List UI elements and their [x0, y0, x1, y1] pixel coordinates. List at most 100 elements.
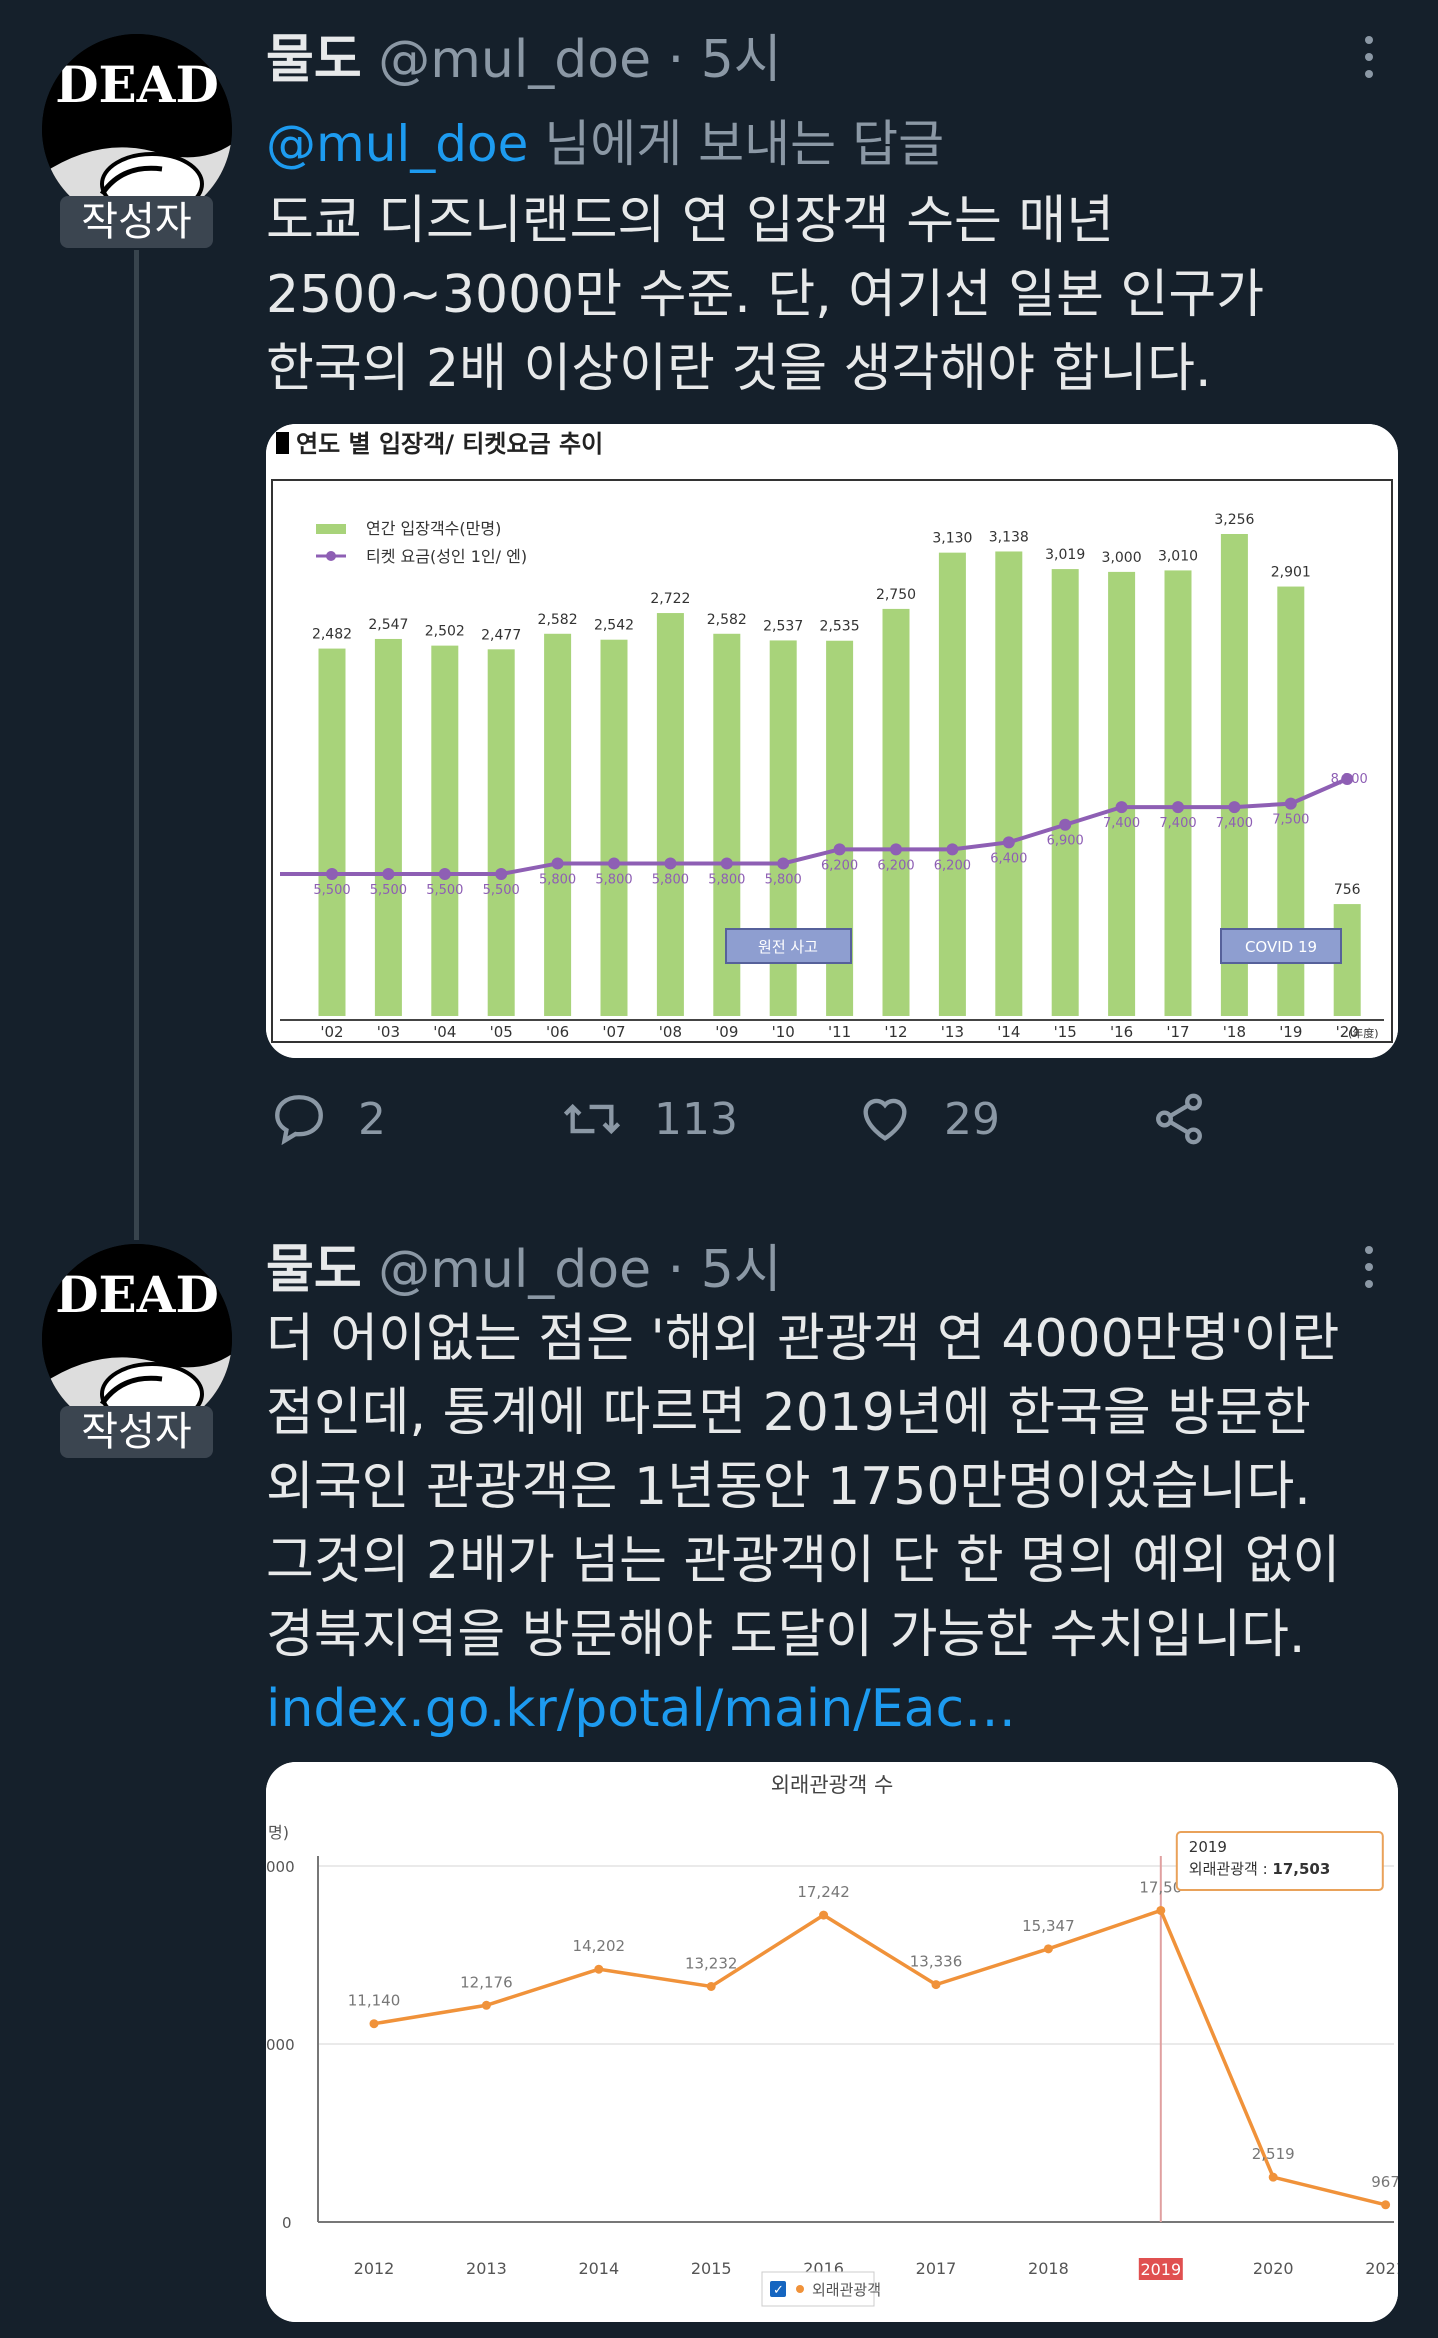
ticket-price-label: 5,500 — [483, 883, 520, 898]
tweet-text-line: 경북지역을 방문해야 도달이 가능한 수치입니다. — [266, 1605, 1306, 1665]
bar-value-label: 3,256 — [1214, 512, 1254, 528]
bar-value-label: 3,130 — [932, 531, 972, 547]
user-handle[interactable]: @mul_doe — [378, 30, 651, 90]
x-tick-label: '03 — [377, 1023, 400, 1041]
y-axis-label: 명) — [268, 1823, 289, 1842]
chart-title: 외래관광객 수 — [771, 1773, 894, 1797]
like-button[interactable]: 29 — [856, 1090, 1000, 1148]
share-button[interactable] — [1150, 1090, 1238, 1148]
ticket-price-label: 7,400 — [1159, 816, 1196, 831]
tweet-image-chart[interactable]: 외래관광객 수 명) 000 000 0 2012 2013 2014 2015 2016 20… — [266, 1762, 1398, 2322]
x-tick-label: 2013 — [466, 2259, 507, 2278]
thread-line — [134, 250, 139, 1240]
y-tick-label: 000 — [266, 1858, 295, 1876]
tweet-1[interactable]: DEAD 작성자 물도 @mul_doe · 5시 @mul_doe 님에게 보… — [0, 0, 1438, 1240]
x-tick-label: '15 — [1054, 1023, 1077, 1041]
data-point — [594, 1964, 604, 1974]
reply-icon — [275, 1095, 323, 1146]
tweet-header: 물도 @mul_doe · 5시 — [266, 1238, 782, 1302]
ticket-price-label: 5,500 — [370, 883, 407, 898]
x-tick-label: 2015 — [691, 2259, 732, 2278]
chart-bar — [600, 639, 628, 1016]
reply-mention-link[interactable]: @mul_doe — [266, 115, 528, 173]
bar-value-label: 2,535 — [820, 619, 860, 635]
ticket-price-point — [382, 868, 395, 880]
timestamp[interactable]: 5시 — [701, 30, 782, 90]
bar-value-label: 756 — [1334, 882, 1361, 898]
data-label: 14,202 — [573, 1937, 626, 1955]
bar-value-label: 2,901 — [1271, 565, 1311, 581]
reply-button[interactable]: 2 — [270, 1090, 386, 1148]
data-label: 15,347 — [1022, 1917, 1075, 1935]
tweet-text: 더 어이없는 점은 '해외 관광객 연 4000만명'이란 점인데, 통계에 따… — [266, 1302, 1386, 1746]
bar-value-label: 2,502 — [425, 624, 465, 640]
bar-value-label: 2,582 — [538, 612, 578, 628]
ticket-price-label: 7,400 — [1216, 816, 1253, 831]
bar-value-label: 2,722 — [650, 591, 690, 607]
ticket-price-point — [720, 857, 733, 870]
x-tick-label: '14 — [997, 1023, 1020, 1041]
ticket-price-point — [1228, 801, 1241, 814]
x-tick-label: '02 — [320, 1023, 343, 1041]
data-point — [1381, 2200, 1391, 2210]
ticket-price-label: 5,800 — [595, 872, 632, 887]
separator-dot: · — [667, 30, 685, 90]
ticket-price-label: 6,200 — [877, 858, 914, 873]
external-link[interactable]: index.go.kr/potal/main/Eac… — [266, 1672, 1386, 1746]
data-label: 2,519 — [1252, 2145, 1295, 2163]
ticket-price-point — [1115, 801, 1128, 814]
chart-bar — [318, 648, 346, 1016]
x-tick-label: '09 — [715, 1023, 738, 1041]
x-tick-label: 2012 — [354, 2259, 395, 2278]
ticket-price-point — [833, 843, 846, 856]
chart-title: 연도 별 입장객/ 티켓요금 추이 — [296, 430, 603, 458]
more-options-icon[interactable] — [1362, 1246, 1376, 1296]
ticket-price-label: 8,200 — [1331, 772, 1368, 787]
display-name[interactable]: 물도 — [266, 1240, 362, 1300]
data-label: 12,176 — [460, 1973, 513, 1991]
ticket-price-point — [551, 857, 564, 870]
bar-value-label: 3,000 — [1102, 550, 1142, 566]
x-tick-label: '08 — [659, 1023, 682, 1041]
ticket-price-label: 7,500 — [1272, 813, 1309, 828]
display-name[interactable]: 물도 — [266, 30, 362, 90]
like-count: 29 — [944, 1093, 1000, 1145]
ticket-price-label: 6,400 — [990, 851, 1027, 866]
reply-to: @mul_doe 님에게 보내는 답글 — [266, 104, 944, 176]
legend-marker-line — [326, 551, 336, 561]
x-tick-label: 2014 — [578, 2259, 619, 2278]
x-tick-label: 2021 — [1365, 2259, 1398, 2278]
ticket-price-label: 5,800 — [708, 872, 745, 887]
data-label: 17,242 — [797, 1883, 850, 1901]
tweet-image-chart[interactable]: 연도 별 입장객/ 티켓요금 추이 연간 입장객수(만명) 티켓 요금(성인 1인… — [266, 424, 1398, 1058]
bar-value-label: 2,537 — [763, 618, 803, 634]
data-point — [931, 1980, 941, 1990]
data-label: 13,336 — [910, 1953, 963, 1971]
x-tick-label: '11 — [828, 1023, 851, 1041]
tooltip-text: 외래관광객 : 17,503 — [1189, 1860, 1330, 1878]
ticket-price-label: 6,900 — [1047, 834, 1084, 849]
more-options-icon[interactable] — [1362, 36, 1376, 86]
x-tick-label: '19 — [1279, 1023, 1302, 1041]
timestamp[interactable]: 5시 — [701, 1240, 782, 1300]
ticket-price-label: 5,800 — [765, 872, 802, 887]
ticket-price-point — [1284, 797, 1297, 810]
ticket-price-label: 6,200 — [821, 858, 858, 873]
legend-label-line: 티켓 요금(성인 1인/ 엔) — [366, 547, 527, 566]
avatar-text: DEAD — [55, 1265, 219, 1324]
data-point — [1156, 1905, 1166, 1915]
tweet-header: 물도 @mul_doe · 5시 — [266, 28, 782, 92]
tweet-text-line: 2500~3000만 수준. 단, 여기선 일본 인구가 — [266, 265, 1265, 325]
avatar-text: DEAD — [55, 55, 219, 114]
tweet-2[interactable]: DEAD 작성자 물도 @mul_doe · 5시 더 어이없는 점은 '해외 … — [0, 1210, 1438, 2338]
ticket-price-label: 5,500 — [313, 883, 350, 898]
data-point — [1268, 2172, 1278, 2182]
retweet-count: 113 — [654, 1093, 738, 1145]
ticket-price-label: 5,800 — [539, 872, 576, 887]
bar-value-label: 3,010 — [1158, 548, 1198, 564]
retweet-button[interactable]: 113 — [560, 1090, 738, 1148]
ticket-price-point — [890, 843, 902, 856]
x-tick-label: '07 — [602, 1023, 625, 1041]
user-handle[interactable]: @mul_doe — [378, 1240, 651, 1300]
attendance-chart: 연도 별 입장객/ 티켓요금 추이 연간 입장객수(만명) 티켓 요금(성인 1인… — [266, 424, 1398, 1058]
